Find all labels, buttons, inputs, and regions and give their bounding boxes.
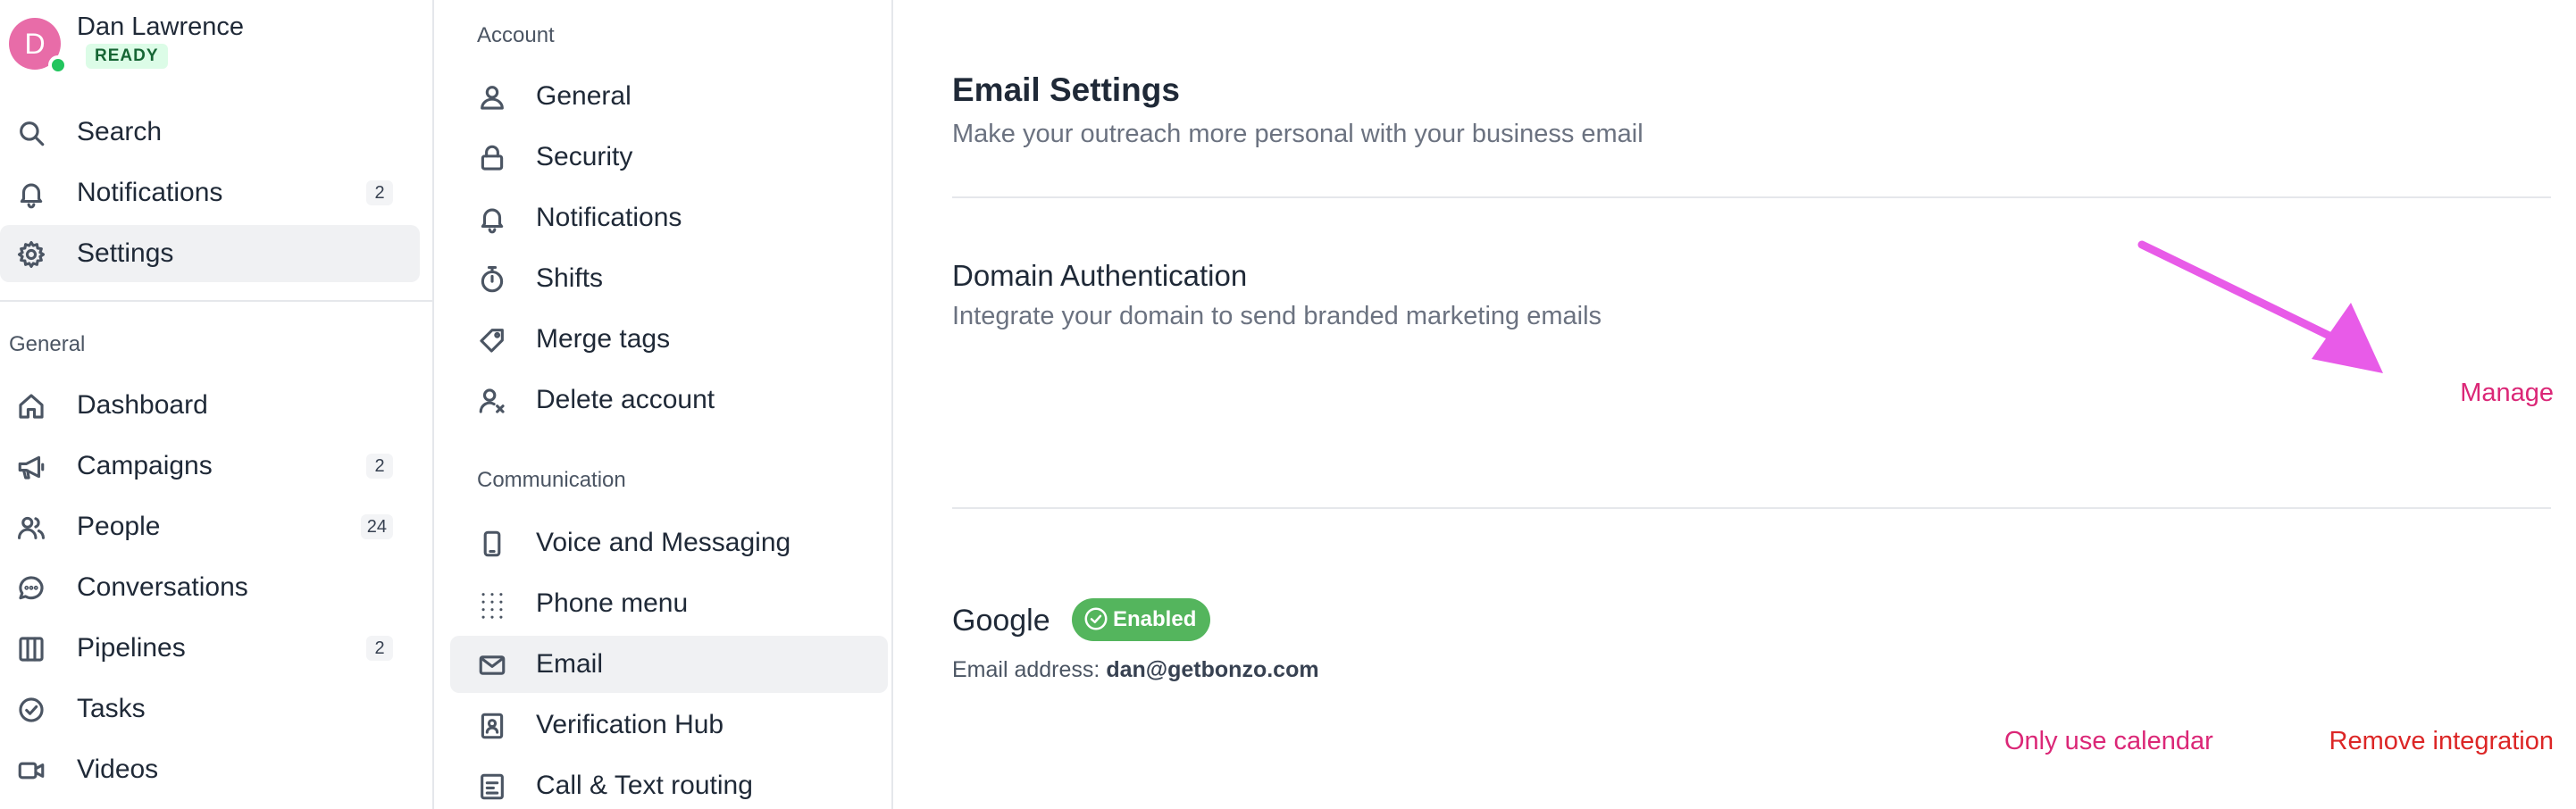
bell-icon bbox=[16, 179, 46, 209]
email-settings-panel: Email Settings Make your outreach more p… bbox=[895, 0, 2576, 809]
settings-item-label: Phone menu bbox=[536, 588, 689, 618]
annotation-arrow bbox=[2137, 240, 2383, 373]
sidebar-item-notifications[interactable]: Notifications 2 bbox=[0, 164, 420, 221]
sidebar-item-videos[interactable]: Videos bbox=[0, 741, 420, 798]
count-badge: 2 bbox=[366, 180, 393, 205]
count-badge: 2 bbox=[366, 454, 393, 479]
sidebar-item-label: Settings bbox=[77, 238, 174, 268]
bell-icon bbox=[477, 204, 507, 234]
tag-icon bbox=[477, 325, 507, 355]
settings-item-label: Email bbox=[536, 649, 604, 679]
count-badge: 24 bbox=[360, 514, 393, 539]
dialpad-icon bbox=[477, 589, 507, 620]
enabled-badge: Enabled bbox=[1072, 598, 1211, 641]
section-label-account: Account bbox=[477, 23, 555, 47]
sidebar-item-label: People bbox=[77, 512, 161, 541]
google-integration-title: Google bbox=[952, 604, 1050, 638]
lock-icon bbox=[477, 143, 507, 173]
email-address-value: dan@getbonzo.com bbox=[1106, 657, 1319, 682]
remove-integration-link[interactable]: Remove integration bbox=[2329, 727, 2554, 756]
check-circle-icon bbox=[1084, 607, 1108, 630]
sidebar-item-search[interactable]: Search bbox=[0, 104, 420, 161]
settings-item-notifications[interactable]: Notifications bbox=[450, 189, 888, 246]
sidebar-item-dashboard[interactable]: Dashboard bbox=[0, 377, 420, 434]
settings-item-call-text-routing[interactable]: Call & Text routing bbox=[450, 757, 888, 809]
id-badge-icon bbox=[477, 711, 507, 741]
settings-nav: Account General Security Notifications S… bbox=[436, 0, 893, 809]
domain-authentication-subtitle: Integrate your domain to send branded ma… bbox=[952, 302, 1602, 330]
megaphone-icon bbox=[16, 452, 46, 482]
app-sidebar: D Dan Lawrence READY Search Notification… bbox=[0, 0, 434, 809]
online-status-dot bbox=[48, 55, 68, 75]
sidebar-item-label: Videos bbox=[77, 755, 159, 784]
divider bbox=[952, 196, 2551, 198]
settings-item-email[interactable]: Email bbox=[450, 636, 888, 693]
sidebar-item-people[interactable]: People 24 bbox=[0, 498, 420, 555]
user-profile[interactable]: D Dan Lawrence READY bbox=[9, 11, 420, 75]
settings-item-label: Security bbox=[536, 142, 633, 171]
sidebar-item-label: Tasks bbox=[77, 694, 146, 723]
divider bbox=[0, 300, 432, 302]
sidebar-item-label: Conversations bbox=[77, 572, 248, 602]
user-icon bbox=[477, 82, 507, 113]
settings-item-voice-and-messaging[interactable]: Voice and Messaging bbox=[450, 514, 888, 571]
stopwatch-icon bbox=[477, 264, 507, 295]
settings-item-verification-hub[interactable]: Verification Hub bbox=[450, 696, 888, 754]
settings-item-shifts[interactable]: Shifts bbox=[450, 250, 888, 307]
check-circle-icon bbox=[16, 695, 46, 725]
home-icon bbox=[16, 391, 46, 421]
sidebar-item-label: Pipelines bbox=[77, 633, 186, 663]
chat-icon bbox=[16, 573, 46, 604]
settings-item-label: Delete account bbox=[536, 385, 715, 414]
divider bbox=[952, 507, 2551, 509]
sidebar-item-label: Notifications bbox=[77, 178, 223, 207]
settings-item-phone-menu[interactable]: Phone menu bbox=[450, 575, 888, 632]
settings-item-label: Merge tags bbox=[536, 324, 671, 354]
count-badge: 2 bbox=[366, 636, 393, 661]
settings-item-label: Shifts bbox=[536, 263, 604, 293]
enabled-badge-label: Enabled bbox=[1113, 607, 1197, 631]
settings-item-label: Notifications bbox=[536, 203, 682, 232]
user-remove-icon bbox=[477, 386, 507, 416]
envelope-icon bbox=[477, 650, 507, 680]
section-label-general: General bbox=[9, 332, 86, 356]
routing-icon bbox=[477, 771, 507, 802]
email-address-label: Email address: bbox=[952, 657, 1100, 682]
settings-item-delete-account[interactable]: Delete account bbox=[450, 371, 888, 429]
settings-item-label: Call & Text routing bbox=[536, 771, 753, 800]
people-icon bbox=[16, 513, 46, 543]
settings-item-label: Verification Hub bbox=[536, 710, 724, 739]
sidebar-item-label: Dashboard bbox=[77, 390, 208, 420]
settings-item-label: Voice and Messaging bbox=[536, 528, 791, 557]
video-icon bbox=[16, 755, 46, 786]
settings-item-label: General bbox=[536, 81, 631, 111]
sidebar-item-conversations[interactable]: Conversations bbox=[0, 559, 420, 616]
sidebar-item-label: Campaigns bbox=[77, 451, 213, 480]
settings-item-merge-tags[interactable]: Merge tags bbox=[450, 311, 888, 368]
email-address-row: Email address: dan@getbonzo.com bbox=[952, 657, 1319, 683]
page-subtitle: Make your outreach more personal with yo… bbox=[952, 120, 1643, 148]
domain-authentication-title: Domain Authentication bbox=[952, 259, 1248, 292]
sidebar-item-label: Search bbox=[77, 117, 163, 146]
manage-domain-link[interactable]: Manage bbox=[2460, 379, 2554, 408]
sidebar-item-pipelines[interactable]: Pipelines 2 bbox=[0, 620, 420, 677]
sidebar-item-settings[interactable]: Settings bbox=[0, 225, 420, 282]
sidebar-item-tasks[interactable]: Tasks bbox=[0, 680, 420, 738]
only-use-calendar-link[interactable]: Only use calendar bbox=[2004, 727, 2213, 756]
section-label-communication: Communication bbox=[477, 468, 626, 492]
search-icon bbox=[16, 118, 46, 148]
phone-device-icon bbox=[477, 529, 507, 559]
user-name: Dan Lawrence bbox=[77, 13, 244, 41]
gear-icon bbox=[16, 239, 46, 270]
page-title: Email Settings bbox=[952, 71, 1180, 108]
columns-icon bbox=[16, 634, 46, 664]
sidebar-item-campaigns[interactable]: Campaigns 2 bbox=[0, 438, 420, 495]
settings-item-general[interactable]: General bbox=[450, 68, 888, 125]
settings-item-security[interactable]: Security bbox=[450, 129, 888, 186]
status-badge: READY bbox=[86, 44, 168, 69]
